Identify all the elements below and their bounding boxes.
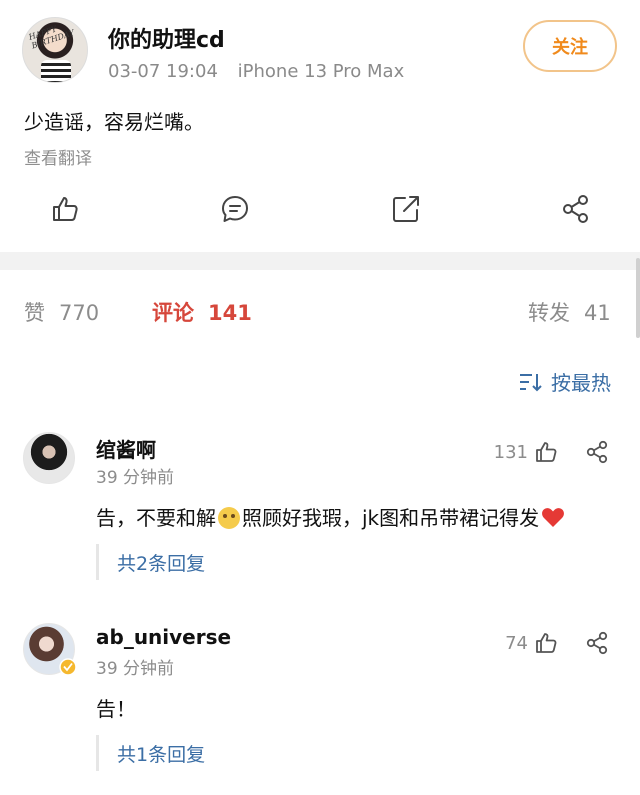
author-avatar[interactable]: HAPPY BIRTHDAY bbox=[22, 17, 88, 83]
post-card: HAPPY BIRTHDAY 你的助理cd 03-07 19:04 iPhone… bbox=[0, 0, 640, 252]
thumbs-up-icon[interactable] bbox=[534, 631, 558, 655]
likes-label: 赞 bbox=[24, 301, 45, 325]
comment-text: 告，不要和解 照顾好我瑕，jk图和吊带裙记得发 bbox=[96, 502, 565, 531]
comment-like-count: 131 bbox=[493, 442, 528, 463]
share-icon[interactable] bbox=[585, 631, 609, 655]
author-name[interactable]: 你的助理cd bbox=[108, 22, 225, 54]
comments-count: 141 bbox=[208, 301, 252, 325]
comment-time: 39 分钟前 bbox=[96, 468, 175, 488]
tab-comments[interactable]: 评论 141 bbox=[152, 297, 252, 327]
reposts-count: 41 bbox=[584, 301, 611, 325]
tab-likes[interactable]: 赞 770 bbox=[24, 297, 99, 327]
verified-badge-icon bbox=[59, 658, 77, 676]
repost-icon[interactable] bbox=[391, 194, 421, 224]
comments-label: 评论 bbox=[152, 301, 194, 325]
likes-count: 770 bbox=[59, 301, 100, 325]
thumbs-up-icon[interactable] bbox=[534, 440, 558, 464]
comment-text-part: 告！ bbox=[96, 697, 136, 721]
commenter-name[interactable]: ab_universe bbox=[96, 625, 231, 649]
post-date: 03-07 19:04 bbox=[108, 61, 218, 82]
scrollbar[interactable] bbox=[636, 258, 640, 338]
view-replies-link[interactable]: 共1条回复 bbox=[96, 735, 205, 771]
comment-text-part: 照顾好我瑕，jk图和吊带裙记得发 bbox=[242, 506, 540, 530]
post-content: 少造谣，容易烂嘴。 bbox=[24, 110, 204, 134]
translate-link[interactable]: 查看翻译 bbox=[24, 144, 92, 169]
comment-time: 39 分钟前 bbox=[96, 659, 175, 679]
sort-icon bbox=[520, 373, 542, 391]
commenter-name[interactable]: 绾酱啊 bbox=[96, 434, 156, 463]
view-replies-link[interactable]: 共2条回复 bbox=[96, 544, 205, 580]
comment-icon[interactable] bbox=[220, 194, 250, 224]
emoji-icon bbox=[218, 507, 240, 529]
post-device: iPhone 13 Pro Max bbox=[237, 61, 405, 82]
sort-label: 按最热 bbox=[551, 371, 611, 395]
post-actions bbox=[0, 190, 640, 234]
comment-text-part: 告，不要和解 bbox=[96, 506, 216, 530]
comment-text: 告！ bbox=[96, 693, 136, 722]
heart-icon bbox=[542, 508, 565, 527]
share-icon[interactable] bbox=[585, 440, 609, 464]
avatar-caption: HAPPY BIRTHDAY bbox=[27, 24, 76, 51]
section-divider bbox=[0, 252, 640, 270]
commenter-avatar[interactable] bbox=[23, 432, 75, 484]
post-meta: 03-07 19:04 iPhone 13 Pro Max bbox=[108, 61, 404, 82]
share-icon[interactable] bbox=[561, 194, 591, 224]
sort-button[interactable]: 按最热 bbox=[519, 367, 611, 396]
thumbs-up-icon[interactable] bbox=[50, 194, 80, 224]
comment-like-count: 74 bbox=[505, 633, 528, 654]
follow-button[interactable]: 关注 bbox=[523, 20, 617, 72]
reposts-label: 转发 bbox=[528, 301, 570, 325]
tab-reposts[interactable]: 转发 41 bbox=[528, 297, 611, 327]
